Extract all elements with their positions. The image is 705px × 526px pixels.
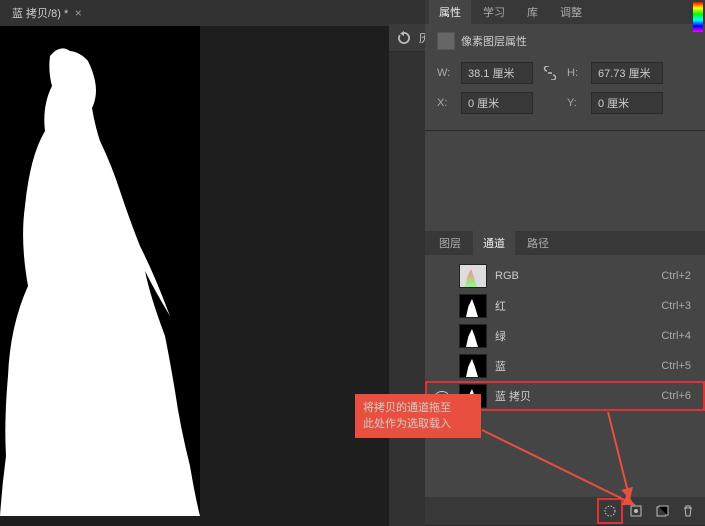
tab-adjustments[interactable]: 调整 bbox=[550, 0, 592, 24]
channel-name: 蓝 bbox=[495, 358, 643, 374]
pixel-layer-icon bbox=[437, 32, 455, 50]
channel-name: 蓝 拷贝 bbox=[495, 388, 643, 404]
panel-gap bbox=[425, 131, 705, 231]
x-input[interactable]: 0 厘米 bbox=[461, 92, 533, 114]
tab-channels[interactable]: 通道 bbox=[473, 231, 515, 255]
channel-thumbnail bbox=[459, 324, 487, 348]
channel-shortcut: Ctrl+3 bbox=[651, 300, 697, 312]
tooltip-line2: 此处作为选取载入 bbox=[363, 416, 473, 432]
channel-row-3[interactable]: 蓝 Ctrl+5 bbox=[425, 351, 705, 381]
channels-panel: 图层 通道 路径 RGBCtrl+2红Ctrl+3绿Ctrl+4蓝Ctrl+5蓝… bbox=[425, 231, 705, 526]
channel-row-0[interactable]: RGB Ctrl+2 bbox=[425, 261, 705, 291]
channel-name: RGB bbox=[495, 270, 643, 282]
link-wh-icon[interactable] bbox=[539, 63, 561, 83]
document-tab[interactable]: 蓝 拷贝/8) * × bbox=[8, 5, 86, 21]
channel-shortcut: Ctrl+5 bbox=[651, 360, 697, 372]
channels-tabs: 图层 通道 路径 bbox=[425, 231, 705, 255]
width-label: W: bbox=[437, 67, 455, 79]
channel-row-2[interactable]: 绿 Ctrl+4 bbox=[425, 321, 705, 351]
right-panels: 属性 学习 库 调整 像素图层属性 W: 38.1 厘米 H: 67.73 厘 bbox=[425, 0, 705, 526]
properties-tabs: 属性 学习 库 调整 bbox=[425, 0, 705, 24]
channel-name: 红 bbox=[495, 298, 643, 314]
tab-layers[interactable]: 图层 bbox=[429, 231, 471, 255]
channel-shortcut: Ctrl+4 bbox=[651, 330, 697, 342]
tooltip-line1: 将拷贝的通道拖至 bbox=[363, 400, 473, 416]
y-input[interactable]: 0 厘米 bbox=[591, 92, 663, 114]
document-tab-bar: 蓝 拷贝/8) * × bbox=[0, 0, 389, 26]
history-panel-tab[interactable]: 历... bbox=[389, 24, 425, 52]
width-input[interactable]: 38.1 厘米 bbox=[461, 62, 533, 84]
document-canvas bbox=[0, 26, 200, 516]
tab-libraries[interactable]: 库 bbox=[517, 0, 548, 24]
properties-panel: 属性 学习 库 调整 像素图层属性 W: 38.1 厘米 H: 67.73 厘 bbox=[425, 0, 705, 131]
load-selection-button[interactable] bbox=[599, 500, 621, 522]
channel-thumbnail bbox=[459, 354, 487, 378]
y-label: Y: bbox=[567, 97, 585, 109]
close-icon[interactable]: × bbox=[74, 9, 82, 17]
collapsed-panel-dock: 历... bbox=[389, 0, 425, 526]
channels-footer bbox=[425, 497, 705, 525]
channel-silhouette bbox=[0, 26, 200, 516]
color-picker-strip[interactable] bbox=[693, 2, 703, 32]
save-selection-button[interactable] bbox=[625, 500, 647, 522]
tab-paths[interactable]: 路径 bbox=[517, 231, 559, 255]
properties-title: 像素图层属性 bbox=[461, 33, 527, 49]
channel-thumbnail bbox=[459, 294, 487, 318]
new-channel-button[interactable] bbox=[651, 500, 673, 522]
height-label: H: bbox=[567, 67, 585, 79]
viewport[interactable] bbox=[0, 26, 389, 526]
channel-shortcut: Ctrl+6 bbox=[651, 390, 697, 402]
x-label: X: bbox=[437, 97, 455, 109]
canvas-area: 蓝 拷贝/8) * × bbox=[0, 0, 389, 526]
delete-channel-button[interactable] bbox=[677, 500, 699, 522]
channel-row-1[interactable]: 红 Ctrl+3 bbox=[425, 291, 705, 321]
channel-thumbnail bbox=[459, 264, 487, 288]
history-icon bbox=[397, 30, 411, 46]
channel-name: 绿 bbox=[495, 328, 643, 344]
channel-shortcut: Ctrl+2 bbox=[651, 270, 697, 282]
document-title: 蓝 拷贝/8) * bbox=[12, 5, 68, 21]
annotation-tooltip: 将拷贝的通道拖至 此处作为选取载入 bbox=[355, 394, 481, 438]
channels-list: RGB Ctrl+2 红 Ctrl+3 绿 Ctrl+4 蓝 Ctrl+5 蓝 拷贝 Ctrl+6 bbox=[425, 255, 705, 417]
tab-learn[interactable]: 学习 bbox=[473, 0, 515, 24]
height-input[interactable]: 67.73 厘米 bbox=[591, 62, 663, 84]
tab-properties[interactable]: 属性 bbox=[429, 0, 471, 24]
